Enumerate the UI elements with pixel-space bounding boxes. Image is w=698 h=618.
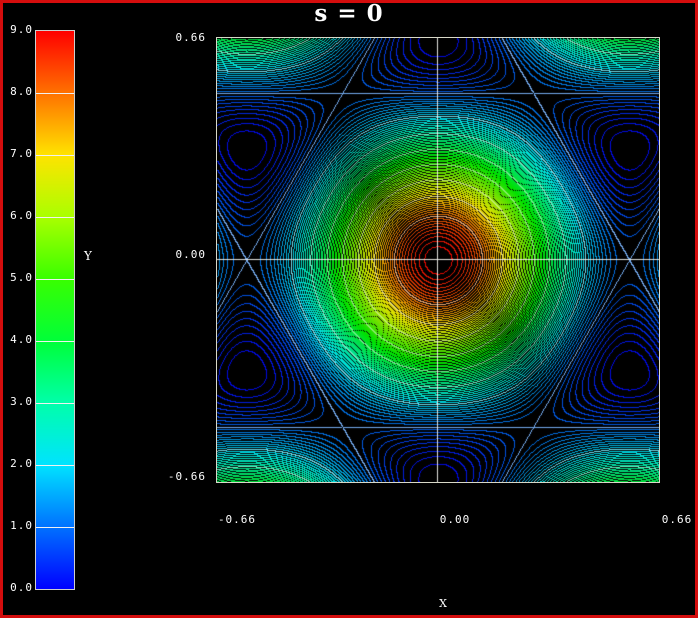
plot-title: s = 0 (3, 0, 695, 27)
visualization-window: s = 0 9.0 8.0 7.0 6.0 5.0 4.0 3.0 2.0 1.… (0, 0, 698, 618)
x-tick-label: 0.66 (647, 514, 698, 526)
colorbar-tick-line (36, 155, 74, 156)
colorbar-tick-line (36, 93, 74, 94)
x-tick-label: 0.00 (425, 514, 485, 526)
colorbar-tick-label: 3.0 (5, 396, 33, 408)
contour-plot-area (216, 37, 660, 483)
colorbar-tick-label: 0.0 (5, 582, 33, 594)
colorbar-tick-label: 5.0 (5, 272, 33, 284)
colorbar-gradient (35, 30, 75, 590)
y-axis-title: Y (84, 249, 92, 263)
y-tick-label: -0.66 (158, 471, 206, 483)
y-tick-label: 0.66 (158, 32, 206, 44)
colorbar-tick-line (36, 527, 74, 528)
y-tick-label: 0.00 (158, 249, 206, 261)
contour-plot-canvas (216, 37, 660, 483)
colorbar-tick-line (36, 465, 74, 466)
colorbar-tick-label: 7.0 (5, 148, 33, 160)
colorbar-tick-label: 9.0 (5, 24, 33, 36)
colorbar-tick-label: 8.0 (5, 86, 33, 98)
colorbar-tick-label: 4.0 (5, 334, 33, 346)
colorbar-tick-line (36, 217, 74, 218)
colorbar-tick-line (36, 341, 74, 342)
colorbar-tick-line (36, 279, 74, 280)
colorbar-tick-line (36, 403, 74, 404)
colorbar-tick-label: 2.0 (5, 458, 33, 470)
colorbar-tick-label: 6.0 (5, 210, 33, 222)
colorbar-tick-label: 1.0 (5, 520, 33, 532)
x-tick-label: -0.66 (207, 514, 267, 526)
x-axis-title: X (413, 597, 473, 610)
